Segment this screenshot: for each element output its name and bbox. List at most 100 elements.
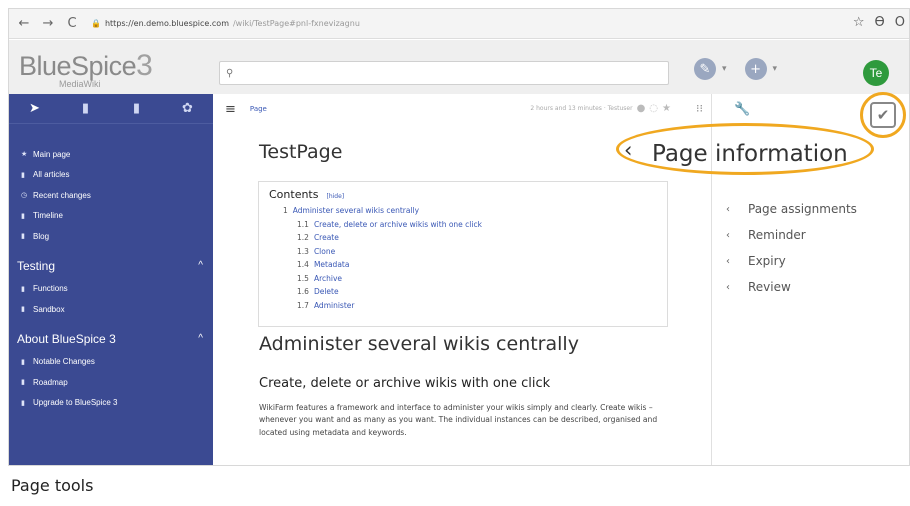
content-toolbar: ≡ Page 2 hours and 13 minutes · Testuser…	[213, 94, 711, 124]
page-tools-panel: 🔧 ✔ ‹ Page information ‹ Page assignments…	[616, 92, 909, 465]
search-input[interactable]: ⚲	[219, 61, 669, 85]
toc-entry[interactable]: 1.7 Administer	[269, 299, 667, 313]
menu-item-page-assignments[interactable]: ‹ Page assignments	[726, 196, 857, 222]
sidebar-item-upgrade[interactable]: ▮ Upgrade to BlueSpice 3	[9, 393, 213, 414]
page-meta: 2 hours and 13 minutes · Testuser ● ◌ ★	[530, 103, 671, 114]
chevron-left-icon[interactable]: ‹	[624, 138, 632, 162]
toc-header: Contents [hide]	[269, 188, 667, 201]
sidebar-item-recent-changes[interactable]: ◷ Recent changes	[9, 185, 213, 206]
sidebar-item-label: Upgrade to BlueSpice 3	[33, 398, 118, 408]
toc-entry[interactable]: 1.1 Create, delete or archive wikis with …	[269, 218, 667, 232]
extension-icon[interactable]: ϴ	[875, 15, 885, 30]
logo-subtitle: MediaWiki	[59, 79, 101, 89]
sidebar-item-label: Timeline	[33, 211, 63, 221]
chevron-down-icon[interactable]: ▾	[722, 64, 727, 74]
sidebar-item-main-page[interactable]: ★ Main page	[9, 144, 213, 165]
screenshot: ← → C 🔒 https://en.demo.bluespice.com/wi…	[8, 8, 910, 466]
reload-icon[interactable]: C	[63, 15, 81, 33]
subsection-heading: Create, delete or archive wikis with one…	[259, 376, 551, 391]
section-title: About BlueSpice 3	[17, 331, 116, 346]
sidebar-body: ★ Main page ▮ All articles ◷ Recent changes…	[9, 124, 213, 413]
sidebar-item-label: Sandbox	[33, 304, 65, 314]
books-tab-icon[interactable]: ▮	[71, 101, 101, 116]
home-icon: ★	[21, 151, 28, 159]
add-plus-icon[interactable]: +	[744, 58, 767, 80]
toc-entry[interactable]: 1.3 Clone	[269, 245, 667, 259]
chevron-up-icon[interactable]: ^	[198, 260, 203, 271]
section-title: Testing	[17, 258, 56, 273]
toc-entry[interactable]: 1.2 Create	[269, 231, 667, 245]
sidebar-item-all-articles[interactable]: ▮ All articles	[9, 165, 213, 186]
sidebar-item-blog[interactable]: ▮ Blog	[9, 226, 213, 247]
address-bar[interactable]: 🔒 https://en.demo.bluespice.com/wiki/Tes…	[91, 19, 360, 28]
apps-grid-icon[interactable]: ⁝⁝	[696, 102, 703, 115]
page-icon: ▮	[21, 379, 25, 387]
last-edit-info: 2 hours and 13 minutes · Testuser	[530, 105, 633, 112]
chevron-down-icon[interactable]: ▾	[773, 64, 778, 74]
wrench-icon[interactable]: 🔧	[734, 102, 750, 117]
sidebar-item-label: Recent changes	[33, 190, 91, 200]
page-icon: ▮	[21, 285, 25, 293]
sidebar-item-sandbox[interactable]: ▮ Sandbox	[9, 299, 213, 320]
figure-frame: ← → C 🔒 https://en.demo.bluespice.com/wi…	[0, 0, 910, 506]
clock-icon: ◷	[21, 192, 28, 200]
page-icon: ▮	[21, 358, 25, 366]
sidebar-item-label: Notable Changes	[33, 357, 95, 367]
sidebar-item-timeline[interactable]: ▮ Timeline	[9, 206, 213, 227]
forward-icon[interactable]: →	[39, 15, 57, 33]
sidebar-item-label: Main page	[33, 149, 71, 159]
clipboard-tab-icon[interactable]: ▮	[122, 101, 152, 116]
page-icon: ▮	[21, 399, 25, 407]
chevron-left-icon: ‹	[726, 255, 730, 267]
comments-icon[interactable]: ●	[637, 103, 646, 114]
sidebar-item-label: Functions	[33, 284, 68, 294]
panel-menu: ‹ Page assignments ‹ Reminder ‹ Expiry ‹ Rev…	[726, 196, 857, 300]
lock-icon: 🔒	[91, 19, 101, 28]
bluespice-logo[interactable]: BlueSpice3 MediaWiki	[19, 49, 179, 89]
figure-caption: Page tools	[11, 476, 94, 495]
browser-actions: ☆ ϴ O	[853, 15, 905, 30]
articles-icon: ▮	[21, 171, 25, 179]
sidebar-item-roadmap[interactable]: ▮ Roadmap	[9, 372, 213, 393]
menu-item-expiry[interactable]: ‹ Expiry	[726, 248, 857, 274]
sidebar-item-label: Blog	[33, 231, 50, 241]
menu-item-review[interactable]: ‹ Review	[726, 274, 857, 300]
sidebar-item-label: Roadmap	[33, 377, 68, 387]
toc-entry[interactable]: 1.6 Delete	[269, 285, 667, 299]
table-of-contents: Contents [hide] 1 Administer several wiki…	[258, 181, 668, 327]
logo-wordmark: BlueSpice	[19, 51, 137, 81]
bookmark-star-icon[interactable]: ☆	[853, 15, 865, 30]
edit-pencil-icon[interactable]: ✎	[694, 58, 716, 80]
sidebar-item-functions[interactable]: ▮ Functions	[9, 279, 213, 300]
browser-toolbar: ← → C 🔒 https://en.demo.bluespice.com/wi…	[9, 9, 909, 39]
toc-entry[interactable]: 1 Administer several wikis centrally	[269, 204, 667, 218]
toc-entry[interactable]: 1.5 Archive	[269, 272, 667, 286]
extension-icon-2[interactable]: O	[895, 15, 905, 30]
logo-number: 3	[136, 49, 153, 82]
star-icon[interactable]: ★	[662, 103, 671, 114]
sidebar-section-about[interactable]: About BlueSpice 3 ^	[9, 326, 213, 352]
header-actions: ✎ ▾ + ▾	[694, 58, 789, 80]
breadcrumb[interactable]: Page	[250, 105, 267, 113]
app-header: BlueSpice3 MediaWiki ⚲ ✎ ▾ + ▾ Te	[9, 40, 909, 94]
sidebar-section-testing[interactable]: Testing ^	[9, 253, 213, 279]
sidebar-item-notable-changes[interactable]: ▮ Notable Changes	[9, 352, 213, 373]
page-title: TestPage	[259, 141, 343, 163]
toc-hide-link[interactable]: [hide]	[326, 193, 344, 200]
navigation-tab-icon[interactable]: ➤	[20, 101, 50, 116]
checkmark-icon[interactable]: ✔	[870, 102, 896, 128]
toc-entry[interactable]: 1.4 Metadata	[269, 258, 667, 272]
panel-title: Page information	[652, 141, 848, 167]
chevron-up-icon[interactable]: ^	[198, 333, 203, 344]
menu-icon[interactable]: ≡	[225, 102, 236, 117]
timeline-icon: ▮	[21, 212, 25, 220]
sidebar-tabs: ➤ ▮ ▮ ✿	[9, 94, 213, 124]
menu-item-reminder[interactable]: ‹ Reminder	[726, 222, 857, 248]
settings-tab-icon[interactable]: ✿	[173, 101, 203, 116]
user-avatar[interactable]: Te	[863, 60, 889, 86]
watch-icon[interactable]: ◌	[649, 103, 658, 114]
sidebar-item-label: All articles	[33, 170, 70, 180]
chevron-left-icon: ‹	[726, 281, 730, 293]
body-paragraph: WikiFarm features a framework and interf…	[259, 403, 658, 437]
back-icon[interactable]: ←	[15, 15, 33, 33]
